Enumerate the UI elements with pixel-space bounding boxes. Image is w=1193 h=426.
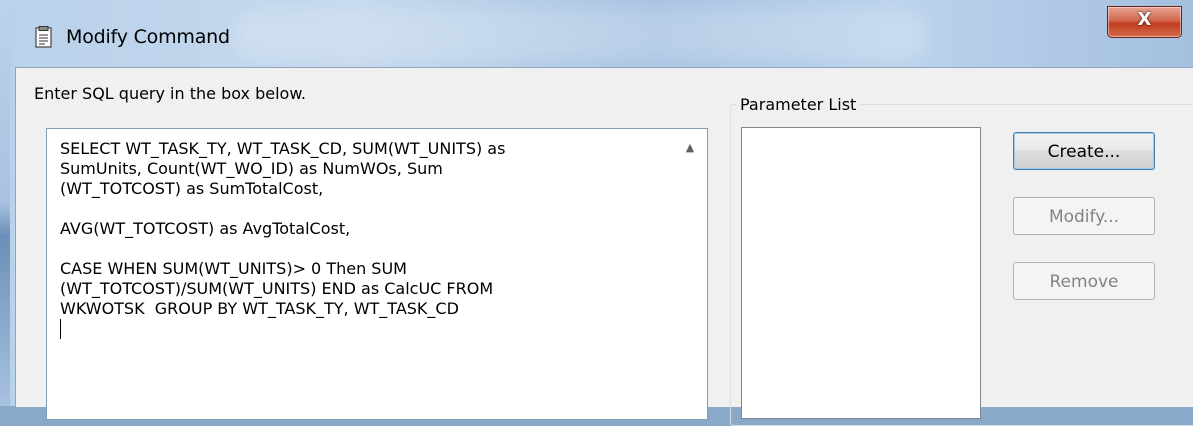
sql-query-text: SELECT WT_TASK_TY, WT_TASK_CD, SUM(WT_UN… bbox=[60, 139, 670, 339]
sql-query-content: SELECT WT_TASK_TY, WT_TASK_CD, SUM(WT_UN… bbox=[60, 139, 506, 318]
scroll-up-arrow-icon[interactable]: ▲ bbox=[681, 139, 699, 157]
parameter-listbox[interactable] bbox=[741, 127, 981, 419]
close-icon: X bbox=[1137, 9, 1152, 30]
create-button[interactable]: Create... bbox=[1013, 132, 1155, 170]
close-button[interactable]: X bbox=[1107, 6, 1182, 38]
instruction-label: Enter SQL query in the box below. bbox=[34, 84, 307, 103]
title-glow bbox=[230, 10, 930, 60]
window-title: Modify Command bbox=[66, 26, 230, 48]
text-caret bbox=[60, 319, 61, 339]
remove-button[interactable]: Remove bbox=[1013, 262, 1155, 300]
modify-button[interactable]: Modify... bbox=[1013, 197, 1155, 235]
document-edit-icon bbox=[35, 26, 52, 48]
sql-query-textarea[interactable]: SELECT WT_TASK_TY, WT_TASK_CD, SUM(WT_UN… bbox=[46, 128, 708, 420]
parameter-list-label: Parameter List bbox=[736, 95, 861, 114]
title-bar[interactable]: Modify Command X bbox=[0, 0, 1193, 68]
